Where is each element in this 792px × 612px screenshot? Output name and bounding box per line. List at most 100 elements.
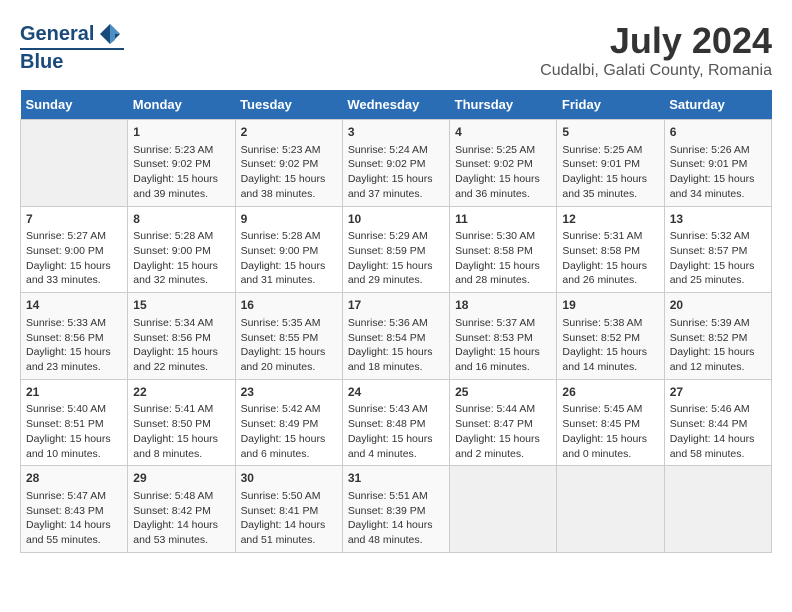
day-info: Sunrise: 5:26 AM Sunset: 9:01 PM Dayligh… bbox=[670, 143, 766, 202]
day-number: 3 bbox=[348, 124, 444, 141]
day-number: 10 bbox=[348, 211, 444, 228]
day-info: Sunrise: 5:34 AM Sunset: 8:56 PM Dayligh… bbox=[133, 316, 229, 375]
logo-icon bbox=[96, 20, 124, 48]
calendar-cell: 3 Sunrise: 5:24 AM Sunset: 9:02 PM Daylig… bbox=[342, 120, 449, 207]
col-header-friday: Friday bbox=[557, 90, 664, 120]
day-number: 1 bbox=[133, 124, 229, 141]
day-number: 7 bbox=[26, 211, 122, 228]
page-header: General Blue July 2024 Cudalbi, Galati C… bbox=[20, 20, 772, 80]
calendar-cell: 23Sunrise: 5:42 AM Sunset: 8:49 PM Dayli… bbox=[235, 379, 342, 466]
location: Cudalbi, Galati County, Romania bbox=[540, 62, 772, 80]
calendar-cell: 2Sunrise: 5:23 AM Sunset: 9:02 PM Daylig… bbox=[235, 120, 342, 207]
day-info: Sunrise: 5:40 AM Sunset: 8:51 PM Dayligh… bbox=[26, 402, 122, 461]
day-number: 31 bbox=[348, 470, 444, 487]
day-info: Sunrise: 5:25 AM Sunset: 9:02 PM Dayligh… bbox=[455, 143, 551, 202]
calendar-cell bbox=[450, 466, 557, 553]
calendar-cell: 5Sunrise: 5:25 AM Sunset: 9:01 PM Daylig… bbox=[557, 120, 664, 207]
logo: General Blue bbox=[20, 20, 124, 73]
day-info: Sunrise: 5:48 AM Sunset: 8:42 PM Dayligh… bbox=[133, 489, 229, 548]
calendar-cell: 21Sunrise: 5:40 AM Sunset: 8:51 PM Dayli… bbox=[21, 379, 128, 466]
day-info: Sunrise: 5:38 AM Sunset: 8:52 PM Dayligh… bbox=[562, 316, 658, 375]
day-info: Sunrise: 5:44 AM Sunset: 8:47 PM Dayligh… bbox=[455, 402, 551, 461]
day-number: 27 bbox=[670, 384, 766, 401]
calendar-cell: 30 Sunrise: 5:50 AM Sunset: 8:41 PM Dayli… bbox=[235, 466, 342, 553]
day-number: 20 bbox=[670, 297, 766, 314]
calendar-cell: 25Sunrise: 5:44 AM Sunset: 8:47 PM Dayli… bbox=[450, 379, 557, 466]
day-number: 2 bbox=[241, 124, 337, 141]
day-info: Sunrise: 5:50 AM Sunset: 8:41 PM Dayligh… bbox=[241, 489, 337, 548]
week-row-1: 1 Sunrise: 5:23 AM Sunset: 9:02 PM Daylig… bbox=[21, 120, 772, 207]
calendar-cell: 9Sunrise: 5:28 AM Sunset: 9:00 PM Daylig… bbox=[235, 206, 342, 293]
calendar-cell: 11Sunrise: 5:30 AM Sunset: 8:58 PM Dayli… bbox=[450, 206, 557, 293]
col-header-monday: Monday bbox=[128, 90, 235, 120]
calendar-cell bbox=[557, 466, 664, 553]
calendar-cell bbox=[664, 466, 771, 553]
day-info: Sunrise: 5:47 AM Sunset: 8:43 PM Dayligh… bbox=[26, 489, 122, 548]
calendar-cell: 17 Sunrise: 5:36 AM Sunset: 8:54 PM Dayli… bbox=[342, 293, 449, 380]
day-info: Sunrise: 5:33 AM Sunset: 8:56 PM Dayligh… bbox=[26, 316, 122, 375]
day-number: 30 bbox=[241, 470, 337, 487]
day-number: 13 bbox=[670, 211, 766, 228]
calendar-cell: 20 Sunrise: 5:39 AM Sunset: 8:52 PM Dayli… bbox=[664, 293, 771, 380]
day-info: Sunrise: 5:31 AM Sunset: 8:58 PM Dayligh… bbox=[562, 229, 658, 288]
calendar-cell: 31 Sunrise: 5:51 AM Sunset: 8:39 PM Dayli… bbox=[342, 466, 449, 553]
day-info: Sunrise: 5:24 AM Sunset: 9:02 PM Dayligh… bbox=[348, 143, 444, 202]
day-number: 28 bbox=[26, 470, 122, 487]
col-header-wednesday: Wednesday bbox=[342, 90, 449, 120]
week-row-5: 28 Sunrise: 5:47 AM Sunset: 8:43 PM Dayli… bbox=[21, 466, 772, 553]
day-info: Sunrise: 5:36 AM Sunset: 8:54 PM Dayligh… bbox=[348, 316, 444, 375]
month-year: July 2024 bbox=[540, 20, 772, 62]
day-info: Sunrise: 5:28 AM Sunset: 9:00 PM Dayligh… bbox=[241, 229, 337, 288]
day-info: Sunrise: 5:28 AM Sunset: 9:00 PM Dayligh… bbox=[133, 229, 229, 288]
day-info: Sunrise: 5:37 AM Sunset: 8:53 PM Dayligh… bbox=[455, 316, 551, 375]
calendar-cell: 13Sunrise: 5:32 AM Sunset: 8:57 PM Dayli… bbox=[664, 206, 771, 293]
day-info: Sunrise: 5:51 AM Sunset: 8:39 PM Dayligh… bbox=[348, 489, 444, 548]
day-info: Sunrise: 5:45 AM Sunset: 8:45 PM Dayligh… bbox=[562, 402, 658, 461]
day-info: Sunrise: 5:39 AM Sunset: 8:52 PM Dayligh… bbox=[670, 316, 766, 375]
week-row-3: 14 Sunrise: 5:33 AM Sunset: 8:56 PM Dayli… bbox=[21, 293, 772, 380]
calendar-cell: 6 Sunrise: 5:26 AM Sunset: 9:01 PM Daylig… bbox=[664, 120, 771, 207]
header-row: SundayMondayTuesdayWednesdayThursdayFrid… bbox=[21, 90, 772, 120]
calendar-cell: 18 Sunrise: 5:37 AM Sunset: 8:53 PM Dayli… bbox=[450, 293, 557, 380]
day-info: Sunrise: 5:35 AM Sunset: 8:55 PM Dayligh… bbox=[241, 316, 337, 375]
day-info: Sunrise: 5:43 AM Sunset: 8:48 PM Dayligh… bbox=[348, 402, 444, 461]
col-header-saturday: Saturday bbox=[664, 90, 771, 120]
week-row-2: 7Sunrise: 5:27 AM Sunset: 9:00 PM Daylig… bbox=[21, 206, 772, 293]
calendar-cell: 7Sunrise: 5:27 AM Sunset: 9:00 PM Daylig… bbox=[21, 206, 128, 293]
calendar-cell: 4Sunrise: 5:25 AM Sunset: 9:02 PM Daylig… bbox=[450, 120, 557, 207]
calendar-cell: 1 Sunrise: 5:23 AM Sunset: 9:02 PM Daylig… bbox=[128, 120, 235, 207]
day-number: 5 bbox=[562, 124, 658, 141]
day-number: 21 bbox=[26, 384, 122, 401]
day-number: 8 bbox=[133, 211, 229, 228]
day-number: 26 bbox=[562, 384, 658, 401]
calendar-cell: 14 Sunrise: 5:33 AM Sunset: 8:56 PM Dayli… bbox=[21, 293, 128, 380]
day-info: Sunrise: 5:32 AM Sunset: 8:57 PM Dayligh… bbox=[670, 229, 766, 288]
calendar-cell: 29Sunrise: 5:48 AM Sunset: 8:42 PM Dayli… bbox=[128, 466, 235, 553]
calendar-cell bbox=[21, 120, 128, 207]
calendar-cell: 27Sunrise: 5:46 AM Sunset: 8:44 PM Dayli… bbox=[664, 379, 771, 466]
day-info: Sunrise: 5:27 AM Sunset: 9:00 PM Dayligh… bbox=[26, 229, 122, 288]
col-header-sunday: Sunday bbox=[21, 90, 128, 120]
day-number: 11 bbox=[455, 211, 551, 228]
day-info: Sunrise: 5:29 AM Sunset: 8:59 PM Dayligh… bbox=[348, 229, 444, 288]
day-number: 12 bbox=[562, 211, 658, 228]
day-number: 15 bbox=[133, 297, 229, 314]
calendar-cell: 19 Sunrise: 5:38 AM Sunset: 8:52 PM Dayli… bbox=[557, 293, 664, 380]
calendar-cell: 26Sunrise: 5:45 AM Sunset: 8:45 PM Dayli… bbox=[557, 379, 664, 466]
calendar-cell: 24Sunrise: 5:43 AM Sunset: 8:48 PM Dayli… bbox=[342, 379, 449, 466]
day-number: 24 bbox=[348, 384, 444, 401]
day-number: 14 bbox=[26, 297, 122, 314]
week-row-4: 21Sunrise: 5:40 AM Sunset: 8:51 PM Dayli… bbox=[21, 379, 772, 466]
day-number: 19 bbox=[562, 297, 658, 314]
calendar-cell: 8Sunrise: 5:28 AM Sunset: 9:00 PM Daylig… bbox=[128, 206, 235, 293]
day-number: 18 bbox=[455, 297, 551, 314]
day-info: Sunrise: 5:42 AM Sunset: 8:49 PM Dayligh… bbox=[241, 402, 337, 461]
calendar-cell: 10Sunrise: 5:29 AM Sunset: 8:59 PM Dayli… bbox=[342, 206, 449, 293]
day-number: 6 bbox=[670, 124, 766, 141]
day-info: Sunrise: 5:23 AM Sunset: 9:02 PM Dayligh… bbox=[133, 143, 229, 202]
day-info: Sunrise: 5:30 AM Sunset: 8:58 PM Dayligh… bbox=[455, 229, 551, 288]
calendar-cell: 22Sunrise: 5:41 AM Sunset: 8:50 PM Dayli… bbox=[128, 379, 235, 466]
title-area: July 2024 Cudalbi, Galati County, Romani… bbox=[540, 20, 772, 80]
calendar-cell: 16Sunrise: 5:35 AM Sunset: 8:55 PM Dayli… bbox=[235, 293, 342, 380]
day-number: 17 bbox=[348, 297, 444, 314]
